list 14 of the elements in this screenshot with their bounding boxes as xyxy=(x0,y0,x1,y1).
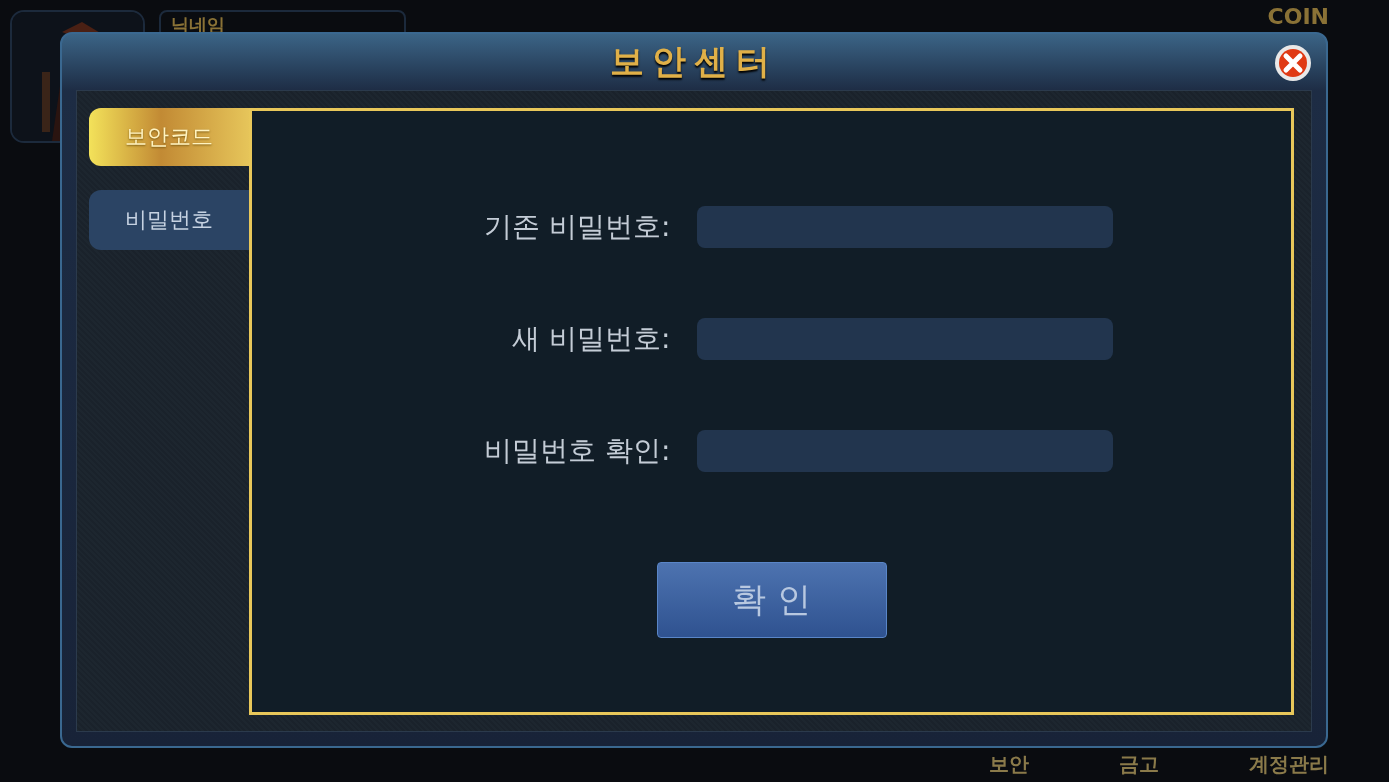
tab[interactable]: 비밀번호 xyxy=(89,190,249,250)
dialog-title: 보안센터 xyxy=(610,40,778,83)
password-field[interactable] xyxy=(696,430,1113,472)
close-icon[interactable] xyxy=(1274,44,1312,82)
nav-item[interactable]: 보안 xyxy=(989,751,1029,778)
field-label: 비밀번호 확인: xyxy=(483,433,671,469)
field-label: 기존 비밀번호: xyxy=(483,209,671,245)
password-field[interactable] xyxy=(696,206,1113,248)
password-field[interactable] xyxy=(696,318,1113,360)
confirm-button[interactable]: 확 인 xyxy=(656,562,887,638)
nav-item[interactable]: 계정관리 xyxy=(1249,751,1329,778)
field-label: 새 비밀번호: xyxy=(511,321,671,357)
logo: COIN xyxy=(1267,4,1329,30)
nav-item[interactable]: 금고 xyxy=(1119,751,1159,778)
